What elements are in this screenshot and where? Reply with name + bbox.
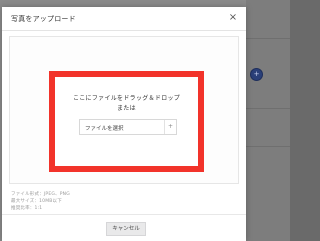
plus-icon[interactable]: + — [164, 120, 176, 134]
drop-instruction-or: または — [117, 105, 136, 112]
footer-divider — [2, 214, 246, 215]
background-badge[interactable]: + — [250, 68, 263, 81]
upload-photo-dialog: 写真をアップロード × ここにファイルをドラッグ＆ドロップ または ファイルを選… — [2, 7, 246, 241]
close-icon[interactable]: × — [226, 11, 240, 25]
file-select-button[interactable]: ファイルを選択 + — [79, 119, 177, 135]
background-divider — [246, 38, 290, 39]
file-size-info: 最大サイズ：10MB以下 — [11, 199, 62, 204]
dialog-title: 写真をアップロード — [11, 15, 76, 23]
dialog-header: 写真をアップロード × — [2, 7, 246, 31]
background-divider — [246, 146, 290, 147]
background-panel — [246, 0, 290, 241]
file-format-info: ファイル形式：JPEG、PNG — [11, 192, 70, 197]
drop-instruction: ここにファイルをドラッグ＆ドロップ — [72, 95, 181, 102]
aspect-ratio-info: 推奨比率：1:1 — [11, 206, 43, 211]
drop-zone[interactable]: ここにファイルをドラッグ＆ドロップ または ファイルを選択 + — [49, 71, 204, 172]
cancel-button[interactable]: キャンセル — [106, 222, 146, 236]
background-divider — [246, 108, 290, 109]
file-select-label: ファイルを選択 — [85, 126, 124, 132]
